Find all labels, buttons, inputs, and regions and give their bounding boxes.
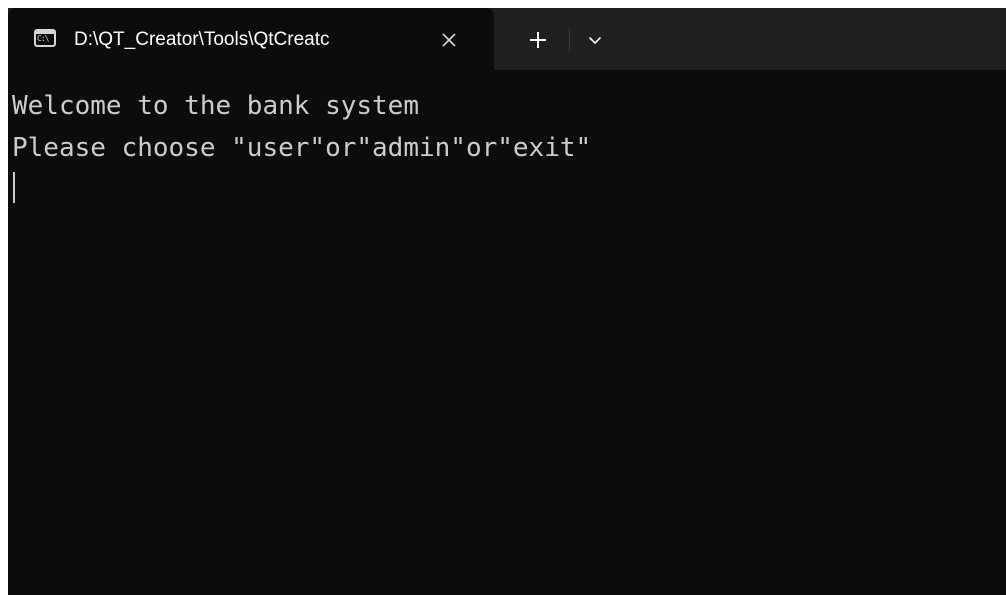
tab-divider — [569, 29, 570, 51]
tab-console[interactable]: C:\ D:\QT_Creator\Tools\QtCreatc — [8, 8, 494, 70]
tab-dropdown-button[interactable] — [580, 25, 610, 55]
terminal-line: Welcome to the bank system — [12, 91, 419, 121]
text-cursor — [13, 172, 15, 203]
tab-title: D:\QT_Creator\Tools\QtCreatc — [74, 29, 330, 50]
close-icon[interactable] — [438, 29, 460, 51]
plus-icon — [530, 32, 546, 48]
chevron-down-icon — [589, 37, 601, 44]
tab-bar: C:\ D:\QT_Creator\Tools\QtCreatc — [8, 8, 1006, 70]
terminal-window: C:\ D:\QT_Creator\Tools\QtCreatc Welcome… — [8, 8, 1006, 595]
new-tab-button[interactable] — [520, 25, 556, 55]
terminal-line: Please choose "user"or"admin"or"exit" — [12, 133, 592, 163]
terminal-output[interactable]: Welcome to the bank system Please choose… — [8, 70, 1006, 595]
console-icon: C:\ — [34, 29, 56, 47]
